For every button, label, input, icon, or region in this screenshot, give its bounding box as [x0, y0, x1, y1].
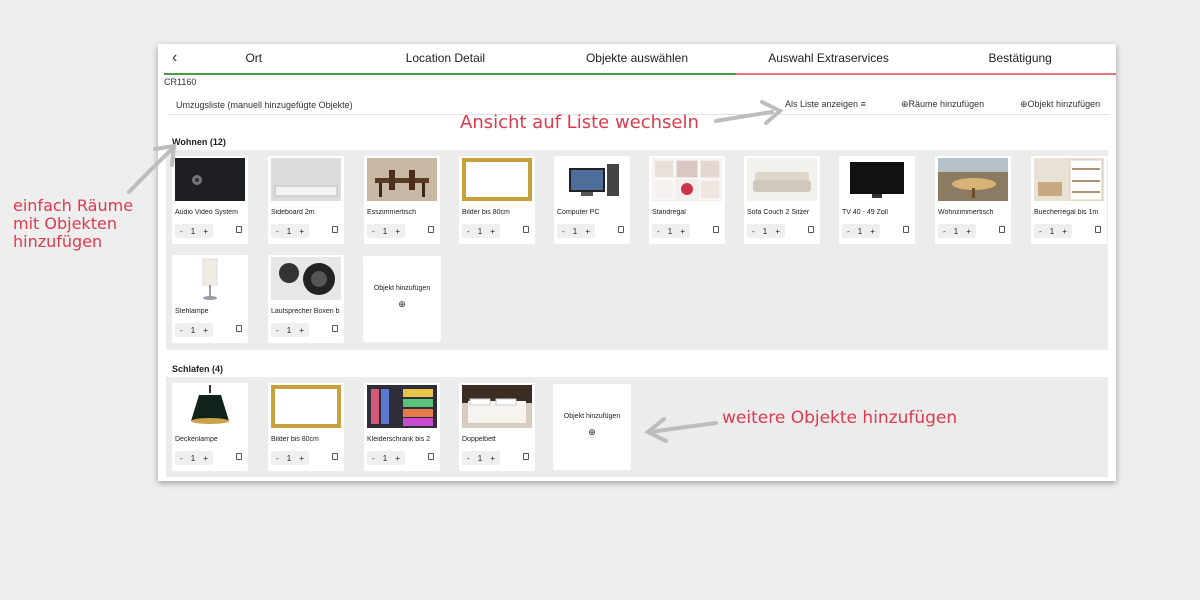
arrow-to-room — [127, 147, 174, 194]
annotation-arrows — [127, 100, 784, 443]
arrow-to-list-view — [714, 110, 774, 123]
